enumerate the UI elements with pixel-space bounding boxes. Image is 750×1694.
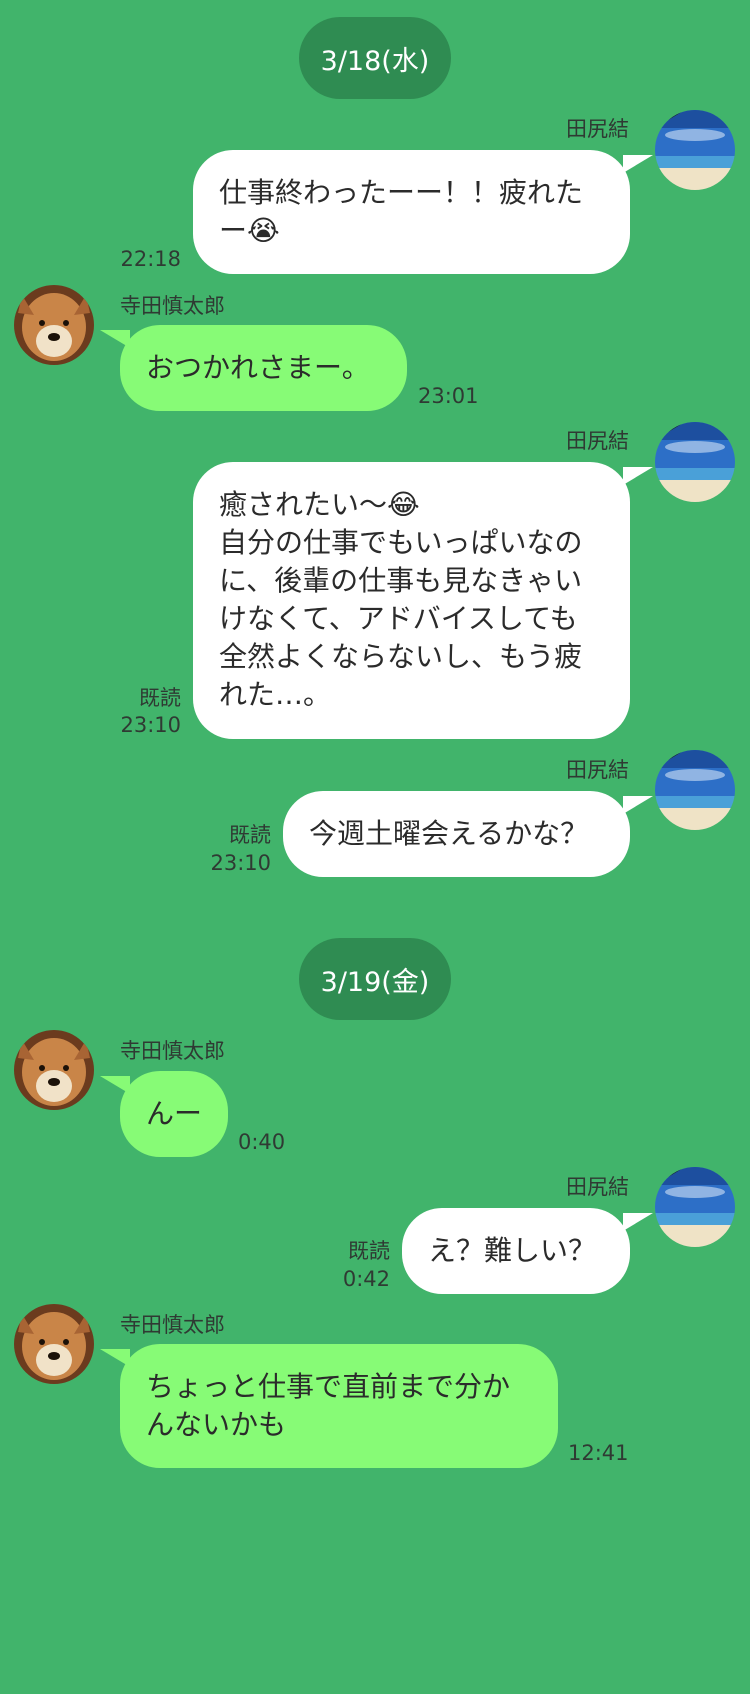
message-time: 0:42 — [342, 1267, 390, 1291]
bubble-tail — [623, 1213, 653, 1231]
sender-name: 田尻結 — [566, 429, 629, 453]
read-status: 既読 — [139, 686, 181, 710]
date-separator: 3/18(水) — [299, 17, 451, 99]
friend-avatar[interactable] — [14, 1030, 94, 1110]
outgoing-message[interactable]: 癒されたい〜😂 自分の仕事でもいっぱいなのに、後輩の仕事も見なきゃいけなくて、ア… — [193, 462, 630, 739]
bubble-tail — [623, 467, 653, 485]
beach-photo-avatar — [655, 422, 735, 502]
bubble-tail — [623, 155, 653, 173]
friend-avatar[interactable] — [14, 1304, 94, 1384]
sender-name: 田尻結 — [566, 1175, 629, 1199]
friend-avatar[interactable] — [14, 285, 94, 365]
beach-photo-avatar — [655, 110, 735, 190]
message-time: 0:40 — [238, 1130, 286, 1154]
outgoing-message[interactable]: え？難しい？ — [402, 1208, 630, 1294]
bubble-tail — [100, 1349, 130, 1367]
self-avatar[interactable] — [655, 750, 735, 830]
bubble-tail — [100, 1076, 130, 1094]
incoming-message[interactable]: おつかれさまー。 — [120, 325, 407, 411]
message-time: 23:10 — [210, 851, 271, 875]
shiba-dog-avatar — [14, 285, 94, 365]
read-status: 既読 — [229, 823, 271, 847]
message-time: 23:01 — [418, 384, 479, 408]
beach-photo-avatar — [655, 750, 735, 830]
sender-name: 田尻結 — [566, 117, 629, 141]
read-status: 既読 — [348, 1239, 390, 1263]
self-avatar[interactable] — [655, 422, 735, 502]
sender-name: 田尻結 — [566, 758, 629, 782]
sender-name: 寺田慎太郎 — [120, 1313, 225, 1337]
outgoing-message[interactable]: 今週土曜会えるかな？ — [283, 791, 630, 877]
sender-name: 寺田慎太郎 — [120, 1039, 225, 1063]
beach-photo-avatar — [655, 1167, 735, 1247]
self-avatar[interactable] — [655, 1167, 735, 1247]
incoming-message[interactable]: んー — [120, 1071, 228, 1157]
shiba-dog-avatar — [14, 1030, 94, 1110]
self-avatar[interactable] — [655, 110, 735, 190]
outgoing-message[interactable]: 仕事終わったーー！！疲れたー😭 — [193, 150, 630, 274]
date-separator: 3/19(金) — [299, 938, 451, 1020]
message-time: 22:18 — [120, 247, 181, 271]
date-label: 3/19(金) — [320, 966, 430, 998]
bubble-tail — [623, 796, 653, 814]
message-time: 23:10 — [120, 713, 181, 737]
incoming-message[interactable]: ちょっと仕事で直前まで分かんないかも — [120, 1344, 558, 1468]
sender-name: 寺田慎太郎 — [120, 294, 225, 318]
bubble-tail — [100, 330, 130, 348]
date-label: 3/18(水) — [320, 45, 430, 77]
message-time: 12:41 — [568, 1441, 629, 1465]
shiba-dog-avatar — [14, 1304, 94, 1384]
